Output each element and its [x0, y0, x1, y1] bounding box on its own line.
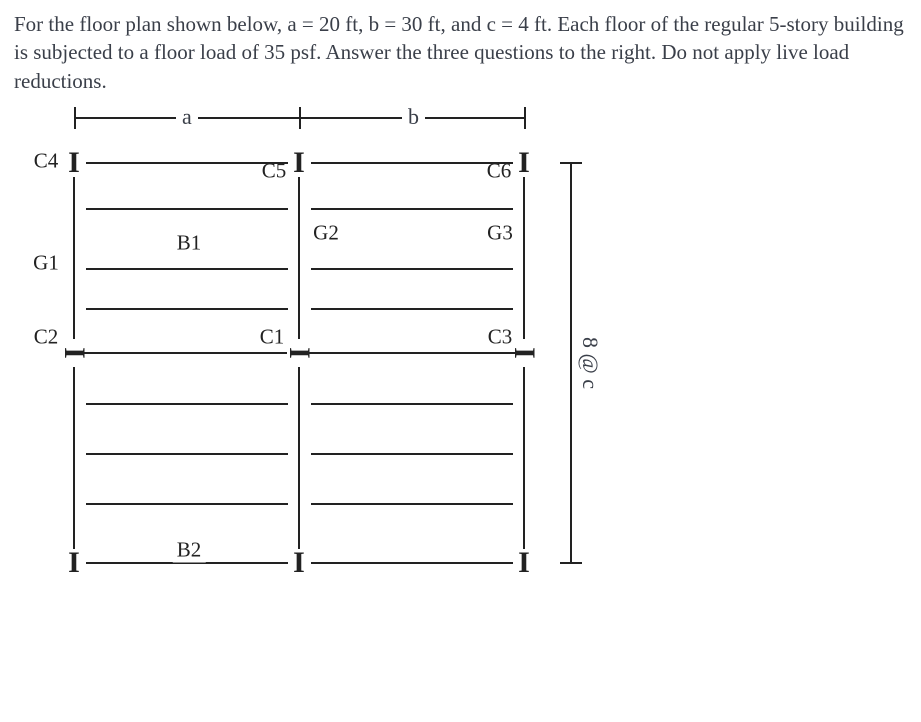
joist	[311, 453, 513, 455]
joist	[311, 503, 513, 505]
girder-line	[523, 367, 525, 549]
label-B2: B2	[173, 538, 206, 563]
joist	[311, 308, 513, 310]
girder-G3	[523, 177, 525, 339]
dim-line-top	[74, 117, 526, 119]
label-B1: B1	[173, 231, 206, 256]
joist	[86, 403, 288, 405]
dim-label-a: a	[176, 104, 198, 130]
floor-plan-diagram: a b I I I C4 C5 C6 I I I C2 C1 C3 I I I …	[24, 103, 644, 663]
label-G2: G2	[313, 221, 339, 246]
label-C1: C1	[260, 325, 285, 350]
beam-mid	[82, 352, 287, 354]
label-G3: G3	[487, 221, 513, 246]
dim-label-b: b	[402, 104, 425, 130]
joist	[311, 268, 513, 270]
label-G1: G1	[33, 251, 59, 276]
column-C4-icon: I	[68, 146, 80, 180]
girder-G2	[298, 177, 300, 339]
column-C5-icon: I	[293, 146, 305, 180]
joist	[86, 308, 288, 310]
girder-line	[73, 367, 75, 549]
beam-mid	[307, 352, 516, 354]
label-C4: C4	[34, 149, 59, 174]
joist	[86, 208, 288, 210]
column-icon: I	[68, 546, 80, 580]
beam-top	[86, 162, 288, 164]
beam-top	[311, 162, 513, 164]
beam-bot	[311, 562, 513, 564]
label-C3: C3	[488, 325, 513, 350]
label-C2: C2	[34, 325, 59, 350]
joist	[86, 503, 288, 505]
girder-line	[298, 367, 300, 549]
problem-text: For the floor plan shown below, a = 20 f…	[14, 10, 907, 95]
joist	[311, 403, 513, 405]
dim-line-side	[570, 162, 572, 564]
column-icon: I	[518, 546, 530, 580]
joist	[86, 453, 288, 455]
column-C6-icon: I	[518, 146, 530, 180]
joist	[86, 268, 288, 270]
dim-label-side: 8 @ c	[577, 337, 603, 389]
column-icon: I	[293, 546, 305, 580]
girder-G1	[73, 177, 75, 339]
joist	[311, 208, 513, 210]
